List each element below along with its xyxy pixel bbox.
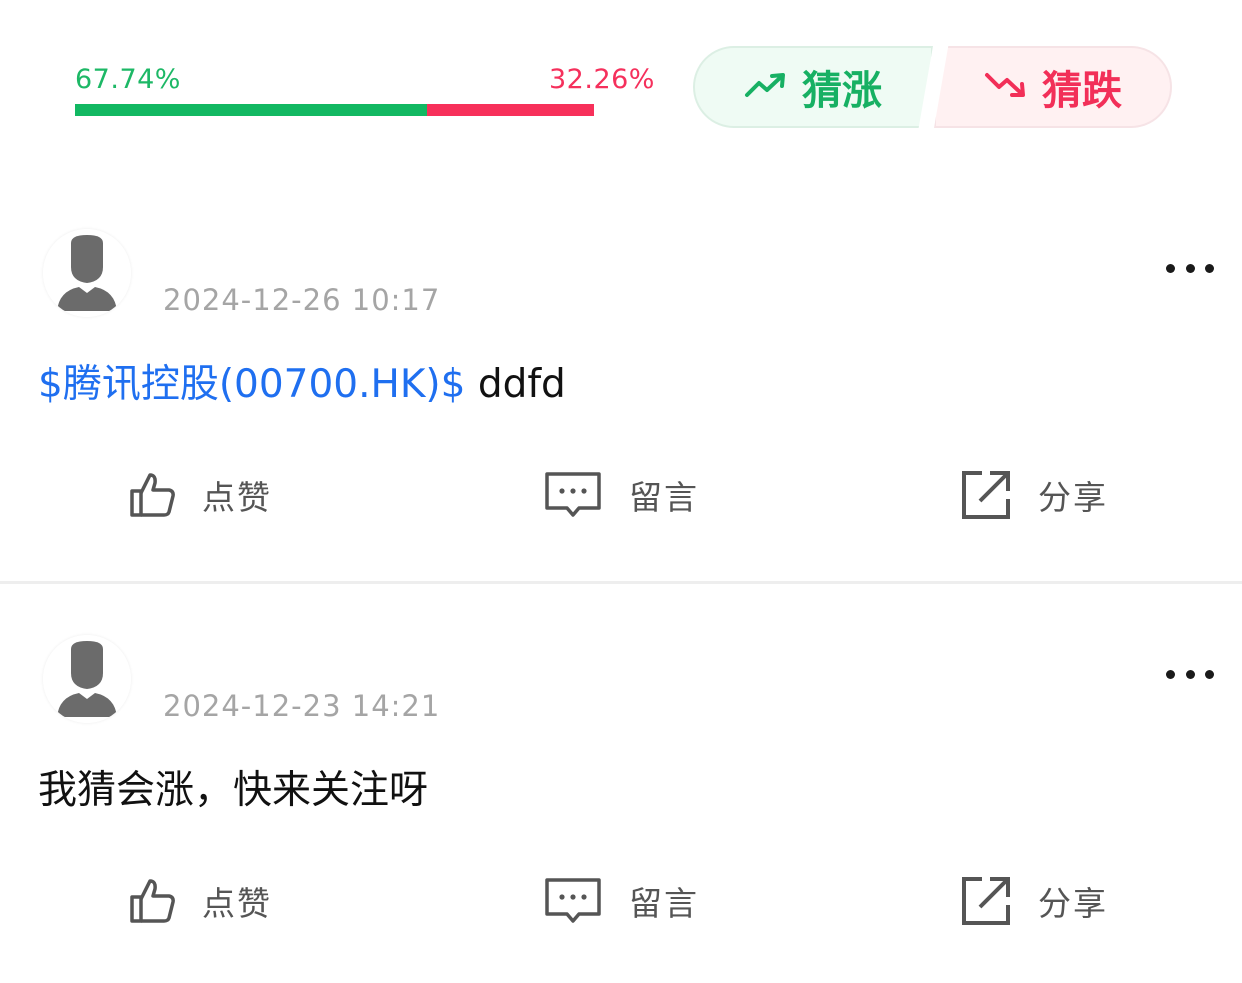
comment-label: 留言 xyxy=(629,478,699,517)
more-options-icon[interactable] xyxy=(1166,261,1214,275)
post-text: 我猜会涨，快来关注呀 xyxy=(38,768,429,813)
post-actions: 点赞 留言 分享 xyxy=(0,465,1242,525)
share-button[interactable]: 分享 xyxy=(960,465,1108,525)
post-actions: 点赞 留言 分享 xyxy=(0,871,1242,931)
share-label: 分享 xyxy=(1038,884,1108,923)
comment-icon xyxy=(545,472,601,517)
post-text: ddfd xyxy=(465,362,566,407)
down-percentage: 32.26% xyxy=(549,64,655,95)
guess-down-button[interactable]: 猜跌 xyxy=(934,46,1172,128)
post-timestamp: 2024-12-26 10:17 xyxy=(163,283,441,317)
guess-up-button[interactable]: 猜涨 xyxy=(693,46,933,128)
sentiment-bar xyxy=(75,104,594,116)
trend-down-icon xyxy=(984,64,1028,110)
comment-label: 留言 xyxy=(629,884,699,923)
up-percentage: 67.74% xyxy=(75,64,181,95)
sentiment-bar-down xyxy=(426,104,594,116)
share-icon xyxy=(962,877,1010,925)
post-content: $腾讯控股(00700.HK)$ ddfd xyxy=(38,353,566,409)
thumbs-up-icon xyxy=(130,473,175,517)
post-feed-screen: 67.74% 32.26% 猜涨 猜跌 2024-12-26 10:17 $腾讯… xyxy=(0,0,1242,983)
share-button[interactable]: 分享 xyxy=(960,871,1108,931)
comment-button[interactable]: 留言 xyxy=(543,465,699,525)
share-label: 分享 xyxy=(1038,478,1108,517)
like-label: 点赞 xyxy=(202,478,272,517)
post-timestamp: 2024-12-23 14:21 xyxy=(163,689,441,723)
guess-up-label: 猜涨 xyxy=(802,68,882,114)
post-divider xyxy=(0,581,1242,584)
post-content: 我猜会涨，快来关注呀 xyxy=(38,759,428,815)
avatar[interactable] xyxy=(43,229,131,317)
like-button[interactable]: 点赞 xyxy=(128,465,272,525)
more-options-icon[interactable] xyxy=(1166,667,1214,681)
trend-up-icon xyxy=(744,64,788,110)
default-avatar-icon xyxy=(43,229,131,317)
avatar[interactable] xyxy=(43,635,131,723)
like-button[interactable]: 点赞 xyxy=(128,871,272,931)
guess-down-label: 猜跌 xyxy=(1042,68,1122,114)
sentiment-bar-up xyxy=(75,104,427,116)
comment-button[interactable]: 留言 xyxy=(543,871,699,931)
thumbs-up-icon xyxy=(130,879,175,923)
comment-icon xyxy=(545,878,601,923)
stock-tag-link[interactable]: $腾讯控股(00700.HK)$ xyxy=(38,362,465,407)
share-icon xyxy=(962,471,1010,519)
like-label: 点赞 xyxy=(202,884,272,923)
default-avatar-icon xyxy=(43,635,131,723)
